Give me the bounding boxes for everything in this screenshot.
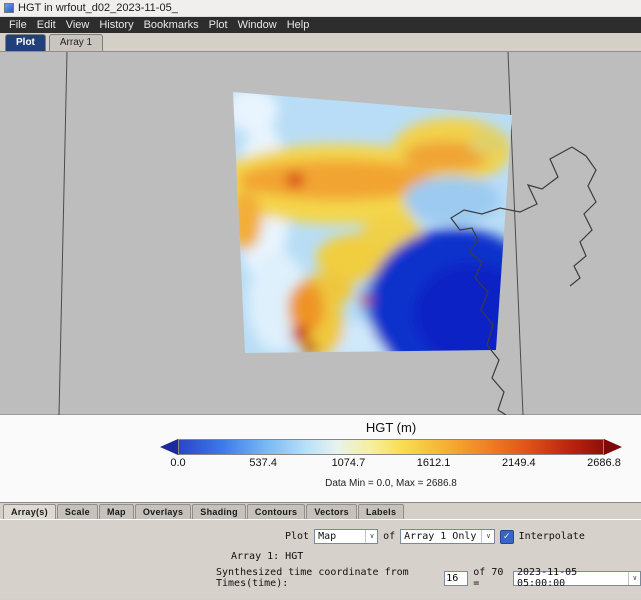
tick-3: 1612.1 xyxy=(417,457,451,469)
array-info: Array 1: HGT xyxy=(231,551,303,562)
menu-bar: File Edit View History Bookmarks Plot Wi… xyxy=(0,17,641,33)
meridian-left xyxy=(59,52,67,415)
interpolate-label: Interpolate xyxy=(519,531,585,542)
menu-view[interactable]: View xyxy=(61,19,95,31)
array-scope-select[interactable]: Array 1 Only ∨ xyxy=(400,529,494,544)
title-bar: HGT in wrfout_d02_2023-11-05_ xyxy=(0,0,641,17)
menu-plot[interactable]: Plot xyxy=(204,19,233,31)
colorbar-gradient xyxy=(178,439,604,455)
time-coordinate-row: Synthesized time coordinate from Times(t… xyxy=(216,567,641,589)
tab-overlays[interactable]: Overlays xyxy=(135,504,191,519)
array-scope-value: Array 1 Only xyxy=(404,531,476,542)
window-title: HGT in wrfout_d02_2023-11-05_ xyxy=(18,2,178,14)
menu-edit[interactable]: Edit xyxy=(32,19,61,31)
time-value: 2023-11-05 05:00:00 xyxy=(517,567,623,589)
chevron-down-icon: ∨ xyxy=(628,572,637,585)
time-select[interactable]: 2023-11-05 05:00:00 ∨ xyxy=(513,571,641,586)
colorbar-title: HGT (m) xyxy=(160,415,622,435)
menu-file[interactable]: File xyxy=(4,19,32,31)
window-icon xyxy=(4,3,14,13)
tab-arrays[interactable]: Array(s) xyxy=(3,504,56,519)
colorbar-ticks: 0.0 537.4 1074.7 1612.1 2149.4 2686.8 xyxy=(178,457,604,472)
menu-history[interactable]: History xyxy=(94,19,138,31)
tick-1: 537.4 xyxy=(249,457,277,469)
bottom-tab-bar: Array(s) Scale Map Overlays Shading Cont… xyxy=(0,502,641,519)
data-range-note: Data Min = 0.0, Max = 2686.8 xyxy=(160,478,622,489)
menu-help[interactable]: Help xyxy=(282,19,315,31)
tick-0: 0.0 xyxy=(170,457,185,469)
interpolate-checkbox[interactable]: ✓ xyxy=(500,530,514,544)
array-info-row: Array 1: HGT xyxy=(231,551,641,562)
colorbar-max-arrow xyxy=(604,439,622,455)
legend-area: HGT (m) 0.0 537.4 1074.7 1612.1 2149.4 2… xyxy=(0,415,641,502)
map-plot-area xyxy=(0,52,641,415)
colorbar-min-arrow xyxy=(160,439,178,455)
tab-contours[interactable]: Contours xyxy=(247,504,305,519)
plot-type-label: Plot xyxy=(285,531,309,542)
tab-array1[interactable]: Array 1 xyxy=(49,34,103,51)
chevron-down-icon: ∨ xyxy=(365,530,374,543)
tab-map[interactable]: Map xyxy=(99,504,134,519)
tick-5: 2686.8 xyxy=(587,457,621,469)
tab-scale[interactable]: Scale xyxy=(57,504,98,519)
chevron-down-icon: ∨ xyxy=(481,530,490,543)
time-total-label: of 70 = xyxy=(473,567,508,589)
meridian-right xyxy=(508,52,523,415)
tab-plot[interactable]: Plot xyxy=(5,34,46,51)
time-index-input[interactable] xyxy=(444,571,468,586)
time-coordinate-label: Synthesized time coordinate from Times(t… xyxy=(216,567,439,589)
plot-type-select[interactable]: Map ∨ xyxy=(314,529,378,544)
plot-controls-panel: Plot Map ∨ of Array 1 Only ∨ ✓ Interpola… xyxy=(0,519,641,599)
tab-vectors[interactable]: Vectors xyxy=(306,504,357,519)
plot-type-value: Map xyxy=(318,531,336,542)
coastline-east xyxy=(570,147,596,286)
tab-shading[interactable]: Shading xyxy=(192,504,246,519)
menu-window[interactable]: Window xyxy=(233,19,282,31)
map-plot xyxy=(0,52,641,415)
of-label: of xyxy=(383,531,395,542)
tick-2: 1074.7 xyxy=(332,457,366,469)
colorbar xyxy=(160,439,622,455)
tick-4: 2149.4 xyxy=(502,457,536,469)
plot-type-row: Plot Map ∨ of Array 1 Only ∨ ✓ Interpola… xyxy=(285,529,641,544)
hgt-field xyxy=(212,86,544,380)
menu-bookmarks[interactable]: Bookmarks xyxy=(139,19,204,31)
tab-labels[interactable]: Labels xyxy=(358,504,404,519)
top-tab-bar: Plot Array 1 xyxy=(0,33,641,52)
